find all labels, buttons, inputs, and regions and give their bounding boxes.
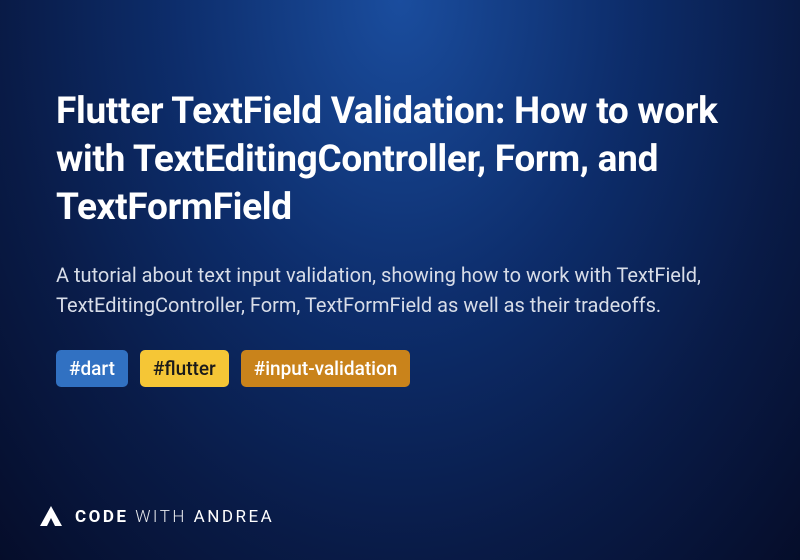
tag-dart[interactable]: #dart: [56, 350, 128, 387]
brand-with: WITH: [135, 507, 187, 527]
brand-logo-icon: [38, 504, 64, 530]
brand-footer: CODE WITH ANDREA: [38, 504, 274, 530]
page-description: A tutorial about text input validation, …: [56, 260, 744, 320]
content-area: Flutter TextField Validation: How to wor…: [0, 0, 800, 387]
tag-list: #dart #flutter #input-validation: [56, 350, 744, 387]
tag-flutter[interactable]: #flutter: [140, 350, 229, 387]
brand-andrea: ANDREA: [194, 507, 275, 527]
page-title: Flutter TextField Validation: How to wor…: [56, 88, 744, 232]
brand-code: CODE: [75, 507, 128, 527]
tag-input-validation[interactable]: #input-validation: [241, 350, 411, 387]
brand-text: CODE WITH ANDREA: [75, 507, 274, 527]
